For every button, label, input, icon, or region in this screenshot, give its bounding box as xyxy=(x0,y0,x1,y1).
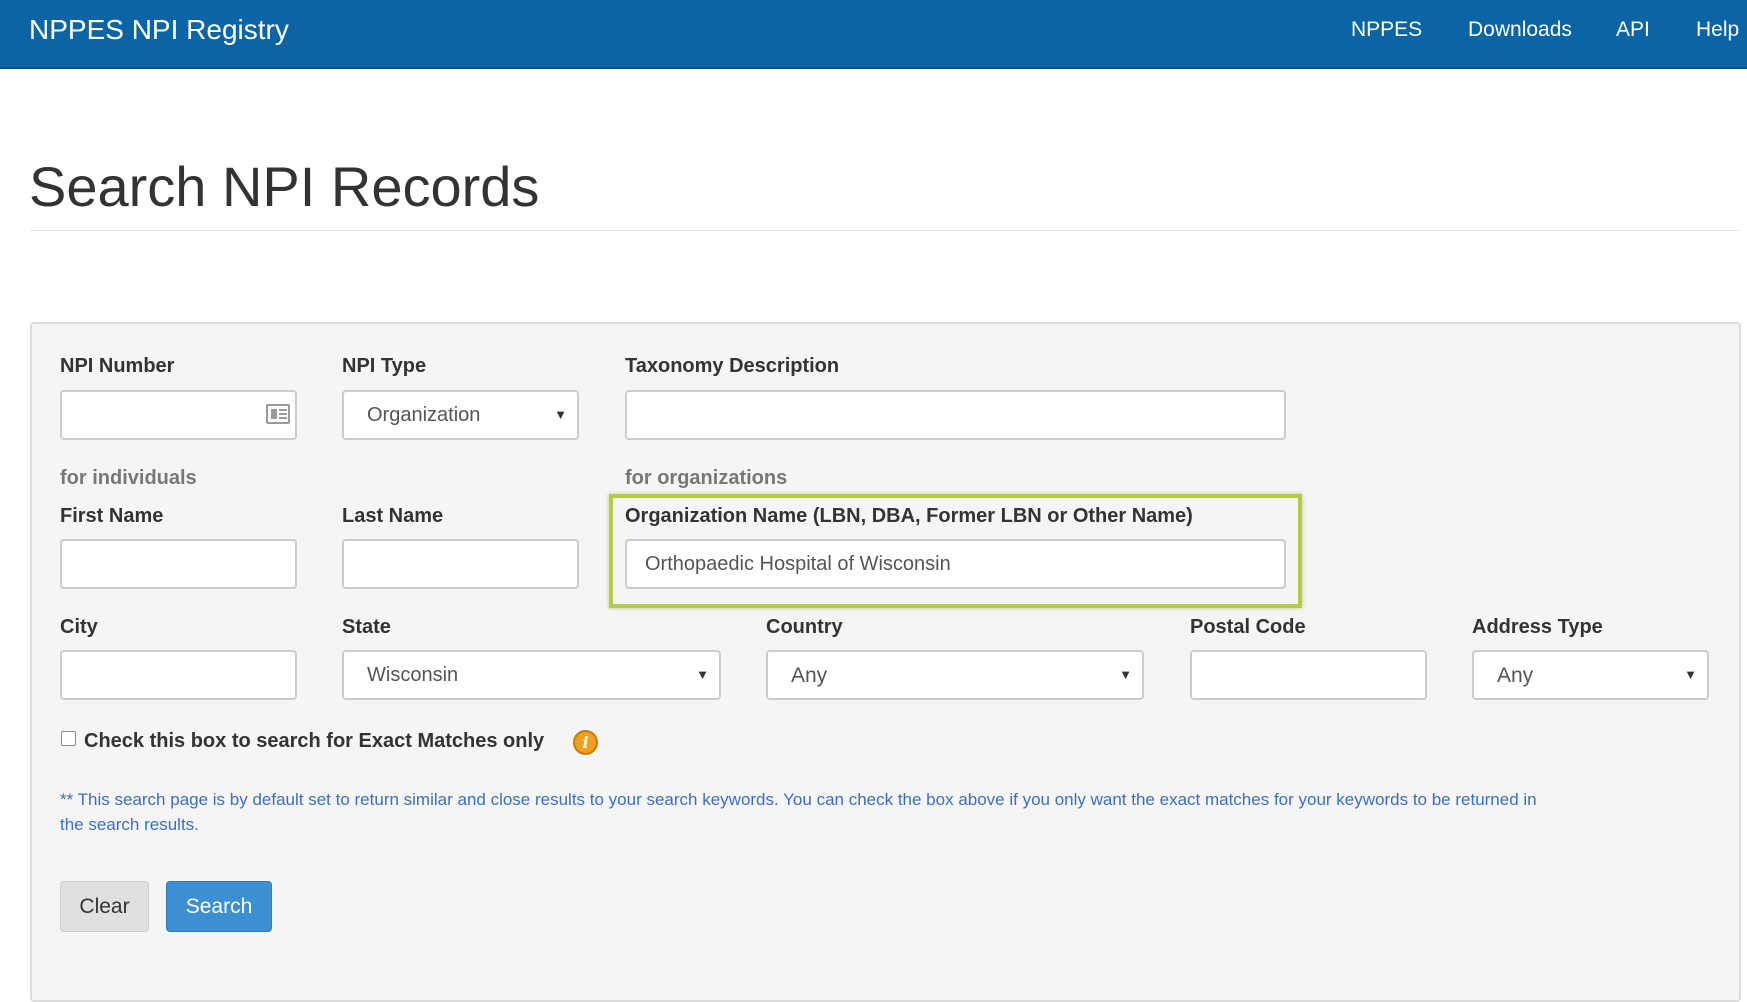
chevron-down-icon: ▼ xyxy=(1119,667,1132,682)
page-title: Search NPI Records xyxy=(29,155,540,218)
exact-match-label[interactable]: Check this box to search for Exact Match… xyxy=(84,730,544,753)
country-value: Any xyxy=(791,664,828,687)
org-name-input[interactable] xyxy=(625,539,1286,589)
npi-number-input[interactable] xyxy=(60,390,297,440)
chevron-down-icon: ▼ xyxy=(554,407,567,422)
search-button[interactable]: Search xyxy=(166,881,272,932)
state-select[interactable]: Wisconsin ▼ xyxy=(342,650,721,700)
taxonomy-input[interactable] xyxy=(625,390,1286,440)
exact-match-checkbox[interactable] xyxy=(61,731,76,746)
search-help-note: ** This search page is by default set to… xyxy=(60,790,1537,834)
state-label: State xyxy=(342,616,391,638)
state-value: Wisconsin xyxy=(367,664,459,686)
city-label: City xyxy=(60,616,98,638)
city-input[interactable] xyxy=(60,650,297,700)
org-name-label: Organization Name (LBN, DBA, Former LBN … xyxy=(625,505,1193,527)
address-type-label: Address Type xyxy=(1472,616,1603,638)
last-name-input[interactable] xyxy=(342,539,579,589)
postal-code-label: Postal Code xyxy=(1190,616,1306,638)
nav-link-nppes[interactable]: NPPES xyxy=(1351,18,1422,42)
top-navbar: NPPES NPI Registry NPPES Downloads API H… xyxy=(0,0,1747,69)
title-divider xyxy=(30,230,1740,231)
first-name-label: First Name xyxy=(60,505,164,527)
taxonomy-label: Taxonomy Description xyxy=(625,355,840,377)
npi-type-value: Organization xyxy=(367,404,481,426)
address-type-select[interactable]: Any ▼ xyxy=(1472,650,1709,700)
address-type-value: Any xyxy=(1497,664,1534,687)
for-individuals-caption: for individuals xyxy=(60,467,197,489)
nav-link-downloads[interactable]: Downloads xyxy=(1468,18,1572,42)
first-name-input[interactable] xyxy=(60,539,297,589)
country-select[interactable]: Any ▼ xyxy=(766,650,1144,700)
nav-link-api[interactable]: API xyxy=(1616,18,1650,42)
id-card-icon xyxy=(266,404,290,424)
npi-type-select[interactable]: Organization ▼ xyxy=(342,390,579,440)
postal-code-input[interactable] xyxy=(1190,650,1427,700)
chevron-down-icon: ▼ xyxy=(1684,667,1697,682)
nav-link-help[interactable]: Help xyxy=(1696,18,1739,42)
chevron-down-icon: ▼ xyxy=(696,667,709,682)
npi-type-label: NPI Type xyxy=(342,355,427,377)
clear-button[interactable]: Clear xyxy=(60,881,149,932)
country-label: Country xyxy=(766,616,843,638)
info-icon[interactable]: i xyxy=(573,730,598,755)
last-name-label: Last Name xyxy=(342,505,444,527)
brand-title[interactable]: NPPES NPI Registry xyxy=(29,14,289,46)
npi-number-label: NPI Number xyxy=(60,355,175,377)
for-organizations-caption: for organizations xyxy=(625,467,788,489)
